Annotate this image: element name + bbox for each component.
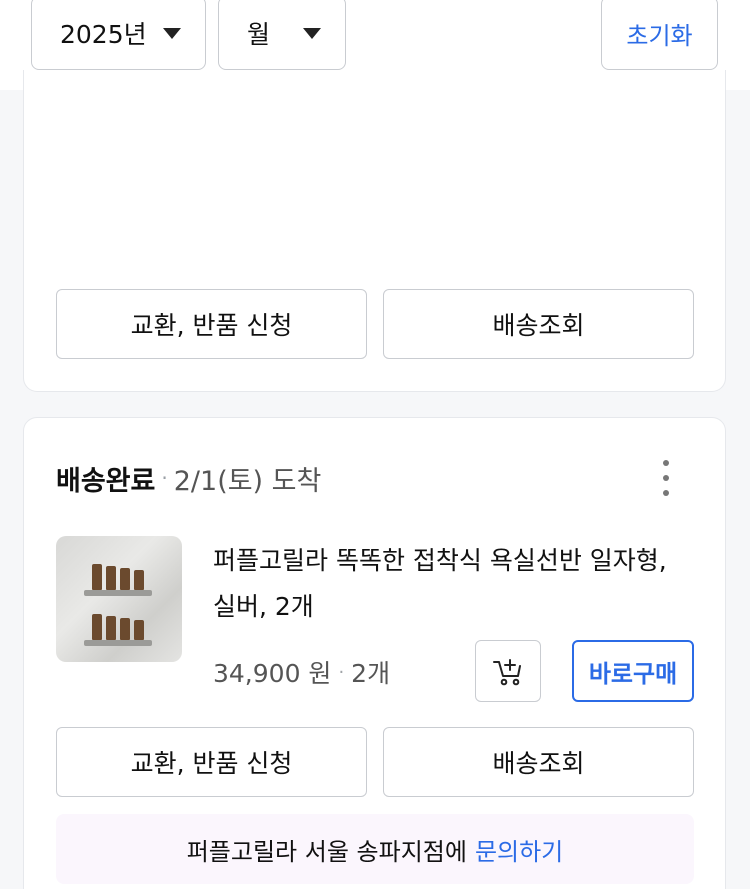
chevron-down-icon: [163, 28, 181, 39]
reset-button[interactable]: 초기화: [601, 0, 718, 70]
kebab-menu-icon[interactable]: [650, 460, 682, 496]
year-select-value: 2025년: [60, 20, 147, 49]
price-row: 34,900 원 · 2개: [213, 652, 390, 692]
chevron-down-icon: [303, 28, 321, 39]
add-to-cart-icon: [493, 659, 521, 686]
year-select[interactable]: 2025년: [31, 0, 206, 70]
month-select[interactable]: 월: [218, 0, 346, 70]
track-delivery-button[interactable]: 배송조회: [383, 289, 694, 359]
track-delivery-button[interactable]: 배송조회: [383, 727, 694, 797]
price-separator: ·: [338, 661, 345, 683]
buy-now-button[interactable]: 바로구매: [572, 640, 694, 702]
arrival-date: 2/1(토) 도착: [173, 465, 322, 497]
month-select-value: 월: [247, 20, 271, 49]
status-separator: ·: [161, 466, 168, 490]
seller-inquiry-bar: 퍼플고릴라 서울 송파지점에 문의하기: [56, 814, 694, 884]
product-thumbnail[interactable]: [56, 536, 182, 662]
exchange-return-button[interactable]: 교환, 반품 신청: [56, 727, 367, 797]
exchange-return-button[interactable]: 교환, 반품 신청: [56, 289, 367, 359]
order-status-row: 배송완료 · 2/1(토) 도착: [56, 458, 321, 498]
product-quantity: 2개: [351, 659, 391, 688]
inquiry-link[interactable]: 문의하기: [475, 832, 563, 867]
product-price: 34,900 원: [213, 659, 332, 688]
order-card: 배송완료 · 2/1(토) 도착 퍼플고릴라 똑똑한 접착식 욕실선반 일자형,…: [23, 417, 726, 889]
product-name[interactable]: 퍼플고릴라 똑똑한 접착식 욕실선반 일자형, 실버, 2개: [213, 538, 693, 630]
delivery-status: 배송완료: [56, 465, 156, 497]
add-to-cart-button[interactable]: [475, 640, 541, 702]
seller-inquiry-text: 퍼플고릴라 서울 송파지점에: [186, 837, 467, 866]
previous-order-card: 교환, 반품 신청 배송조회: [23, 70, 726, 392]
